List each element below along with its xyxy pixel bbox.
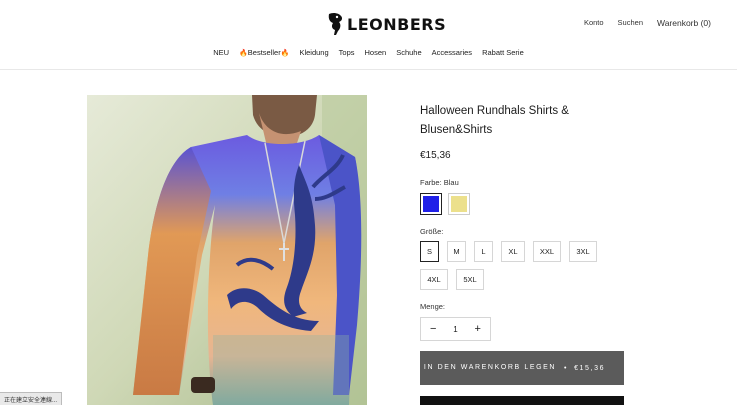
nav-item-rabatt-serie[interactable]: Rabatt Serie: [482, 48, 524, 57]
minus-icon[interactable]: −: [430, 323, 436, 335]
quantity-value[interactable]: 1: [453, 325, 457, 334]
color-swatch-blau[interactable]: [420, 193, 442, 215]
size-option-5xl[interactable]: 5XL: [456, 269, 484, 290]
color-label: Farbe: Blau: [420, 178, 459, 187]
nav-item-accessaries[interactable]: Accessaries: [432, 48, 472, 57]
account-link[interactable]: Konto: [584, 18, 604, 28]
color-swatch-gelb[interactable]: [448, 193, 470, 215]
add-to-cart-price: €15,36: [574, 364, 606, 372]
size-option-4xl[interactable]: 4XL: [420, 269, 448, 290]
browser-status-bar: 正在建立安全連線...: [0, 392, 63, 405]
brand-name: LEONBERS: [347, 14, 447, 34]
product-info: Halloween Rundhals Shirts & Blusen&Shirt…: [420, 102, 625, 341]
size-label: Größe:: [420, 227, 444, 236]
logo-horse-icon: [328, 12, 343, 36]
separator-dot: •: [564, 364, 569, 372]
nav-item-hosen[interactable]: Hosen: [365, 48, 387, 57]
plus-icon[interactable]: +: [475, 323, 481, 335]
product-image[interactable]: [87, 95, 367, 405]
size-option-l[interactable]: L: [474, 241, 493, 262]
fire-icon: 🔥: [280, 50, 290, 57]
size-option-3xl[interactable]: 3XL: [569, 241, 597, 262]
main-nav: NEU 🔥Bestseller🔥 Kleidung Tops Hosen Sch…: [0, 48, 737, 57]
size-option-m[interactable]: M: [447, 241, 466, 262]
nav-item-neu[interactable]: NEU: [213, 48, 229, 57]
product-photo: [87, 95, 367, 405]
search-link[interactable]: Suchen: [618, 18, 643, 28]
size-option-xxl[interactable]: XXL: [533, 241, 561, 262]
fire-icon: 🔥: [239, 50, 248, 57]
quantity-label: Menge:: [420, 302, 446, 311]
nav-item-kleidung[interactable]: Kleidung: [299, 48, 328, 57]
size-option-s[interactable]: S: [420, 241, 439, 262]
brand-logo[interactable]: LEONBERS: [326, 10, 446, 38]
product-title: Halloween Rundhals Shirts & Blusen&Shirt…: [420, 105, 569, 136]
add-to-cart-label: IN DEN WARENKORB LEGEN: [423, 364, 557, 371]
cart-link[interactable]: Warenkorb (0): [657, 18, 711, 28]
nav-item-schuhe[interactable]: Schuhe: [396, 48, 421, 57]
product-price: €15,36: [420, 150, 451, 161]
nav-item-bestseller[interactable]: 🔥Bestseller🔥: [239, 48, 289, 57]
buy-now-button[interactable]: [420, 396, 624, 405]
site-header: LEONBERS Konto Suchen Warenkorb (0) NEU …: [0, 0, 737, 70]
size-options: S M L XL XXL 3XL 4XL 5XL: [420, 241, 625, 290]
quantity-stepper: − 1 +: [420, 317, 491, 341]
nav-item-tops[interactable]: Tops: [339, 48, 355, 57]
color-swatches: [420, 193, 625, 215]
header-links: Konto Suchen Warenkorb (0): [584, 18, 711, 28]
size-option-xl[interactable]: XL: [501, 241, 525, 262]
add-to-cart-button[interactable]: IN DEN WARENKORB LEGEN • €15,36: [420, 351, 624, 385]
